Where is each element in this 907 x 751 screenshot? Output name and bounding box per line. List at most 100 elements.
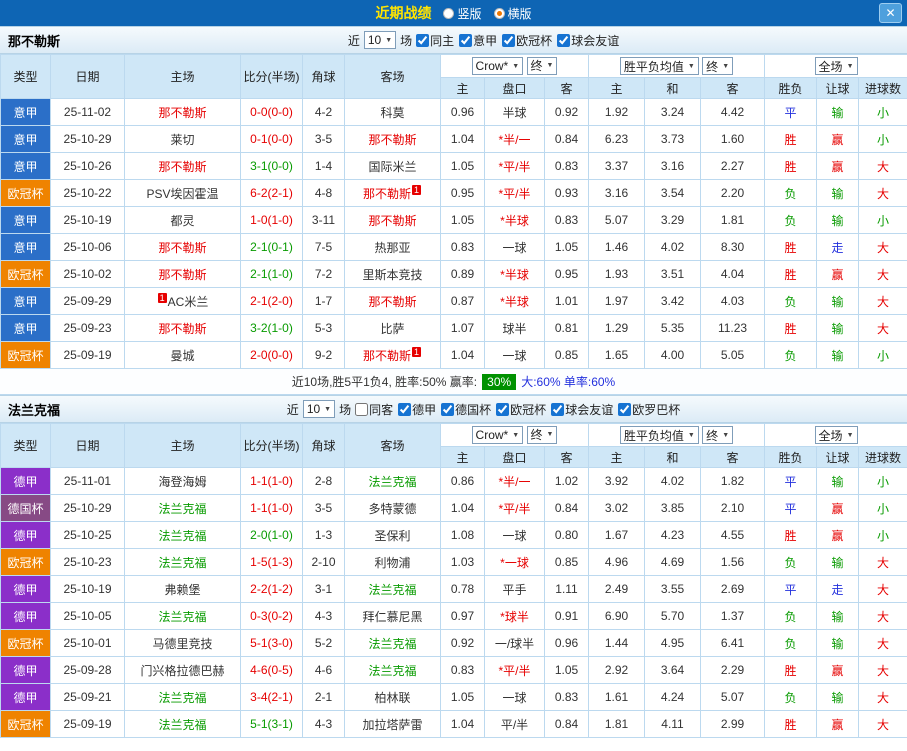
home-team-cell: 法兰克福: [124, 521, 241, 549]
away-team-name[interactable]: 利物浦: [374, 556, 410, 570]
close-button[interactable]: ✕: [879, 3, 902, 23]
score[interactable]: 5-1(3-0): [240, 629, 303, 657]
away-team-name[interactable]: 法兰克福: [368, 583, 416, 597]
score[interactable]: 3-1(0-0): [240, 152, 303, 180]
away-team-name[interactable]: 多特蒙德: [368, 502, 416, 516]
score[interactable]: 4-6(0-5): [240, 656, 303, 684]
match-count-select[interactable]: 10: [302, 400, 336, 418]
score[interactable]: 1-1(1-0): [240, 467, 303, 495]
filter-球会友谊[interactable]: 球会友谊: [557, 32, 619, 49]
home-team-name[interactable]: 法兰克福: [158, 502, 206, 516]
home-team-name[interactable]: 那不勒斯: [158, 322, 206, 336]
away-team-name[interactable]: 里斯本竞技: [362, 268, 422, 282]
home-team-name[interactable]: 弗赖堡: [164, 583, 200, 597]
filter-欧罗巴杯[interactable]: 欧罗巴杯: [618, 401, 680, 418]
filter-checkbox[interactable]: [355, 402, 369, 416]
home-team-name[interactable]: 法兰克福: [158, 556, 206, 570]
score[interactable]: 3-2(1-0): [240, 314, 303, 342]
score[interactable]: 0-0(0-0): [240, 98, 303, 126]
match-count-select[interactable]: 10: [363, 31, 397, 49]
home-team-name[interactable]: 法兰克福: [158, 610, 206, 624]
avg-final-select[interactable]: 终: [702, 426, 734, 444]
avg-odds-select[interactable]: 胜平负均值: [619, 57, 699, 75]
score[interactable]: 2-2(1-2): [240, 575, 303, 603]
filter-checkbox[interactable]: [416, 33, 430, 47]
home-team-name[interactable]: 门兴格拉德巴赫: [140, 664, 224, 678]
home-team-name[interactable]: 马德里竞技: [152, 637, 212, 651]
score[interactable]: 5-1(3-1): [240, 710, 303, 738]
score[interactable]: 3-4(2-1): [240, 683, 303, 711]
odds-final-select[interactable]: 终: [526, 425, 558, 444]
avg-odds-select[interactable]: 胜平负均值: [619, 426, 699, 444]
layout-radio-vertical[interactable]: 竖版: [443, 5, 482, 22]
filter-checkbox[interactable]: [551, 402, 565, 416]
odds-away: 1.37: [699, 602, 766, 630]
odds-company-select[interactable]: Crow*: [471, 426, 524, 445]
home-team-name[interactable]: 曼城: [170, 349, 194, 363]
home-team-name[interactable]: 法兰克福: [158, 718, 206, 732]
away-team-name[interactable]: 那不勒斯: [368, 214, 416, 228]
home-team-name[interactable]: 那不勒斯: [158, 241, 206, 255]
score[interactable]: 2-1(2-0): [240, 287, 303, 315]
filter-checkbox[interactable]: [398, 402, 412, 416]
home-team-name[interactable]: AC米兰: [168, 295, 209, 309]
away-team-name[interactable]: 国际米兰: [368, 160, 416, 174]
filter-德甲[interactable]: 德甲: [398, 401, 436, 418]
filter-checkbox[interactable]: [496, 402, 510, 416]
away-team-name[interactable]: 加拉塔萨雷: [362, 718, 422, 732]
away-team-name[interactable]: 法兰克福: [368, 637, 416, 651]
away-team-name[interactable]: 热那亚: [374, 241, 410, 255]
home-team-name[interactable]: PSV埃因霍温: [146, 187, 218, 201]
scope-select[interactable]: 全场: [814, 57, 858, 75]
filter-同客[interactable]: 同客: [355, 401, 393, 418]
away-team-name[interactable]: 那不勒斯: [363, 187, 411, 201]
filter-欧冠杯[interactable]: 欧冠杯: [496, 401, 546, 418]
away-team-name[interactable]: 那不勒斯: [368, 295, 416, 309]
filter-checkbox[interactable]: [557, 33, 571, 47]
home-team-name[interactable]: 法兰克福: [158, 691, 206, 705]
away-team-name[interactable]: 科莫: [380, 106, 404, 120]
away-team-name[interactable]: 柏林联: [374, 691, 410, 705]
score[interactable]: 0-3(0-2): [240, 602, 303, 630]
home-team-name[interactable]: 那不勒斯: [158, 268, 206, 282]
score[interactable]: 1-5(1-3): [240, 548, 303, 576]
filter-欧冠杯[interactable]: 欧冠杯: [502, 32, 552, 49]
away-team-name[interactable]: 拜仁慕尼黑: [362, 610, 422, 624]
away-team-name[interactable]: 法兰克福: [368, 475, 416, 489]
layout-radio-horizontal[interactable]: 横版: [493, 5, 532, 22]
radio-icon[interactable]: [443, 7, 455, 19]
home-team-name[interactable]: 那不勒斯: [158, 106, 206, 120]
away-team-name[interactable]: 比萨: [380, 322, 404, 336]
home-team-name[interactable]: 那不勒斯: [158, 160, 206, 174]
ah-home-odds: 1.07: [440, 314, 485, 342]
away-team-name[interactable]: 圣保利: [374, 529, 410, 543]
score[interactable]: 0-1(0-0): [240, 125, 303, 153]
score[interactable]: 2-1(1-0): [240, 260, 303, 288]
filter-checkbox[interactable]: [502, 33, 516, 47]
filter-同主[interactable]: 同主: [416, 32, 454, 49]
score[interactable]: 1-0(1-0): [240, 206, 303, 234]
home-team-name[interactable]: 都灵: [170, 214, 194, 228]
filter-球会友谊[interactable]: 球会友谊: [551, 401, 613, 418]
filter-checkbox[interactable]: [441, 402, 455, 416]
filter-checkbox[interactable]: [618, 402, 632, 416]
home-team-name[interactable]: 海登海姆: [158, 475, 206, 489]
away-team-name[interactable]: 那不勒斯: [363, 349, 411, 363]
odds-final-select[interactable]: 终: [526, 56, 558, 75]
score[interactable]: 2-0(1-0): [240, 521, 303, 549]
odds-company-select[interactable]: Crow*: [471, 57, 524, 76]
filter-意甲[interactable]: 意甲: [459, 32, 497, 49]
away-team-name[interactable]: 那不勒斯: [368, 133, 416, 147]
avg-final-select[interactable]: 终: [702, 57, 734, 75]
scope-select[interactable]: 全场: [814, 426, 858, 444]
home-team-name[interactable]: 法兰克福: [158, 529, 206, 543]
away-team-name[interactable]: 法兰克福: [368, 664, 416, 678]
filter-checkbox[interactable]: [459, 33, 473, 47]
score[interactable]: 2-1(0-1): [240, 233, 303, 261]
score[interactable]: 6-2(2-1): [240, 179, 303, 207]
home-team-name[interactable]: 莱切: [170, 133, 194, 147]
score[interactable]: 2-0(0-0): [240, 341, 303, 369]
score[interactable]: 1-1(1-0): [240, 494, 303, 522]
filter-德国杯[interactable]: 德国杯: [441, 401, 491, 418]
radio-selected-icon[interactable]: [493, 7, 505, 19]
